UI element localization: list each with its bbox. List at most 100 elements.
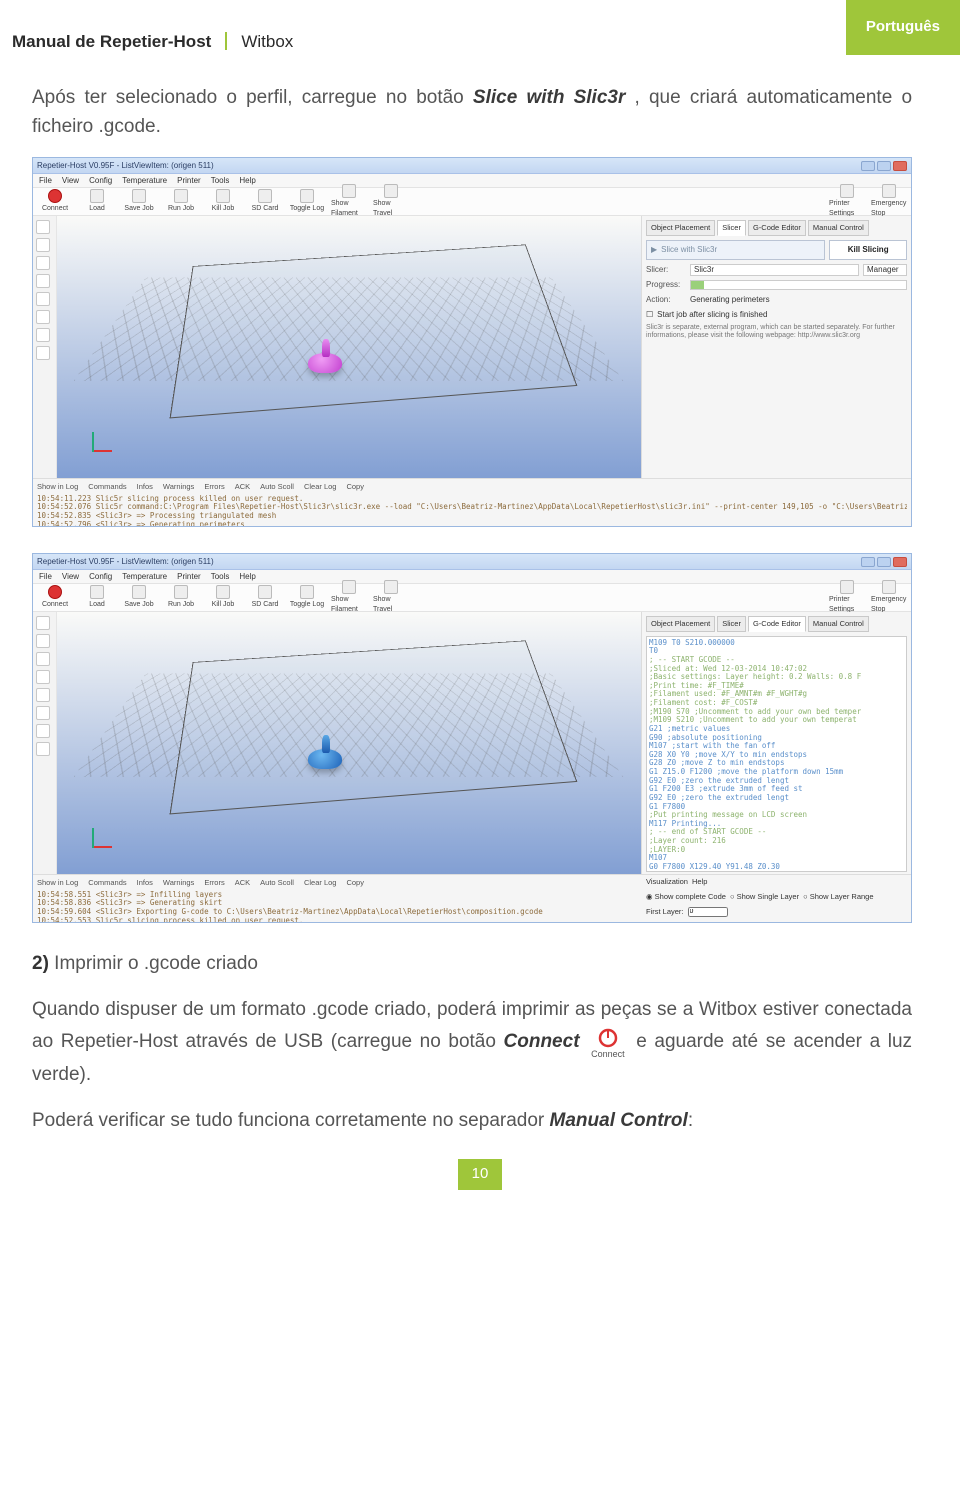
connect-button[interactable]: Connect: [37, 585, 73, 611]
slice-button-label: Slice with Slic3r: [661, 244, 717, 256]
togglelog-button[interactable]: Toggle Log: [289, 189, 325, 215]
maximize-icon[interactable]: [877, 557, 891, 567]
close-icon[interactable]: [893, 557, 907, 567]
log-tab[interactable]: Errors: [204, 877, 224, 888]
3d-viewport[interactable]: [57, 216, 641, 478]
model-object[interactable]: [308, 353, 342, 373]
log-tab[interactable]: Auto Scoll: [260, 481, 294, 492]
showtravel-button[interactable]: Show Travel: [373, 580, 409, 616]
killjob-button[interactable]: Kill Job: [205, 189, 241, 215]
savejob-label: Save Job: [124, 600, 153, 611]
viz-radio-range[interactable]: ○ Show Layer Range: [803, 891, 873, 902]
log-tab[interactable]: Commands: [88, 481, 126, 492]
parallel-icon[interactable]: [36, 724, 50, 738]
tab-gcode-editor[interactable]: G-Code Editor: [748, 220, 806, 235]
log-tab[interactable]: ACK: [235, 877, 250, 888]
manager-button[interactable]: Manager: [863, 264, 907, 276]
killjob-label: Kill Job: [212, 600, 235, 611]
maximize-icon[interactable]: [877, 161, 891, 171]
log-tab[interactable]: Warnings: [163, 877, 194, 888]
connect-inline-label: Connect: [591, 1048, 625, 1062]
log-tab[interactable]: Copy: [346, 481, 364, 492]
log-tab[interactable]: Clear Log: [304, 877, 337, 888]
load-button[interactable]: Load: [79, 585, 115, 611]
log-tab[interactable]: Copy: [346, 877, 364, 888]
zoom-icon[interactable]: [36, 274, 50, 288]
minimize-icon[interactable]: [861, 161, 875, 171]
log-tab[interactable]: Show in Log: [37, 481, 78, 492]
viz-help[interactable]: Help: [692, 876, 707, 887]
printersettings-button[interactable]: Printer Settings: [829, 184, 865, 220]
view-icon[interactable]: [36, 688, 50, 702]
save-icon: [132, 189, 146, 203]
first-layer-input[interactable]: [688, 907, 728, 917]
gear-icon: [840, 580, 854, 594]
emergencystop-button[interactable]: Emergency Stop: [871, 580, 907, 616]
add-icon[interactable]: [36, 238, 50, 252]
view2-icon[interactable]: [36, 310, 50, 324]
log-tab[interactable]: Errors: [204, 481, 224, 492]
gcode-line: G92 E0 ;zero the extruded lengt: [649, 794, 904, 803]
sdcard-button[interactable]: SD Card: [247, 189, 283, 215]
load-button[interactable]: Load: [79, 189, 115, 215]
refresh-icon[interactable]: [36, 220, 50, 234]
manual-control-word: Manual Control: [550, 1110, 688, 1131]
log-tab[interactable]: Warnings: [163, 481, 194, 492]
runjob-button[interactable]: Run Job: [163, 189, 199, 215]
sdcard-button[interactable]: SD Card: [247, 585, 283, 611]
tab-manual-control[interactable]: Manual Control: [808, 616, 869, 631]
viz-radio-single[interactable]: ○ Show Single Layer: [730, 891, 799, 902]
model-object[interactable]: [308, 749, 342, 769]
tab-slicer[interactable]: Slicer: [717, 616, 746, 631]
checkbox-startjob[interactable]: ☐: [646, 309, 653, 321]
intro-before: Após ter selecionado o perfil, carregue …: [32, 87, 473, 108]
togglelog-button[interactable]: Toggle Log: [289, 585, 325, 611]
parallel-icon[interactable]: [36, 328, 50, 342]
log-tab[interactable]: ACK: [235, 481, 250, 492]
log-tab[interactable]: Commands: [88, 877, 126, 888]
home-icon[interactable]: [36, 652, 50, 666]
savejob-button[interactable]: Save Job: [121, 189, 157, 215]
tab-manual-control[interactable]: Manual Control: [808, 220, 869, 235]
tab-object-placement[interactable]: Object Placement: [646, 220, 715, 235]
header-title: Manual de Repetier-Host Witbox: [12, 29, 293, 55]
savejob-button[interactable]: Save Job: [121, 585, 157, 611]
kill-slicing-button[interactable]: Kill Slicing: [829, 240, 907, 260]
home-icon[interactable]: [36, 256, 50, 270]
3d-viewport[interactable]: [57, 612, 641, 874]
connect-button[interactable]: Connect: [37, 189, 73, 215]
slicer-select[interactable]: Slic3r: [690, 264, 859, 276]
tab-object-placement[interactable]: Object Placement: [646, 616, 715, 631]
trash-icon[interactable]: [36, 742, 50, 756]
viz-radio-complete[interactable]: ◉ Show complete Code: [646, 891, 726, 902]
log-tab[interactable]: Infos: [137, 481, 153, 492]
log-tab[interactable]: Auto Scoll: [260, 877, 294, 888]
killjob-button[interactable]: Kill Job: [205, 585, 241, 611]
runjob-button[interactable]: Run Job: [163, 585, 199, 611]
showtravel-button[interactable]: Show Travel: [373, 184, 409, 220]
gcode-line: ;Layer count: 216: [649, 837, 904, 846]
tab-gcode-editor[interactable]: G-Code Editor: [748, 616, 806, 631]
slice-button[interactable]: ▶ Slice with Slic3r: [646, 240, 825, 260]
refresh-icon[interactable]: [36, 616, 50, 630]
view2-icon[interactable]: [36, 706, 50, 720]
showfilament-button[interactable]: Show Filament: [331, 184, 367, 220]
gcode-editor[interactable]: M109 T0 S210.000000 T0 ; -- START GCODE …: [646, 636, 907, 872]
trash-icon[interactable]: [36, 346, 50, 360]
printersettings-button[interactable]: Printer Settings: [829, 580, 865, 616]
toolbar: Connect Load Save Job Run Job Kill Job S…: [33, 188, 911, 216]
add-icon[interactable]: [36, 634, 50, 648]
emergencystop-button[interactable]: Emergency Stop: [871, 184, 907, 220]
close-icon[interactable]: [893, 161, 907, 171]
log-tab[interactable]: Clear Log: [304, 481, 337, 492]
showfilament-button[interactable]: Show Filament: [331, 580, 367, 616]
minimize-icon[interactable]: [861, 557, 875, 567]
log-tab[interactable]: Show in Log: [37, 877, 78, 888]
view-icon[interactable]: [36, 292, 50, 306]
tab-slicer[interactable]: Slicer: [717, 220, 746, 235]
heading-text: Imprimir o .gcode criado: [49, 953, 258, 974]
log-tab[interactable]: Infos: [137, 877, 153, 888]
divider-icon: [225, 32, 227, 50]
zoom-icon[interactable]: [36, 670, 50, 684]
sdcard-icon: [258, 585, 272, 599]
